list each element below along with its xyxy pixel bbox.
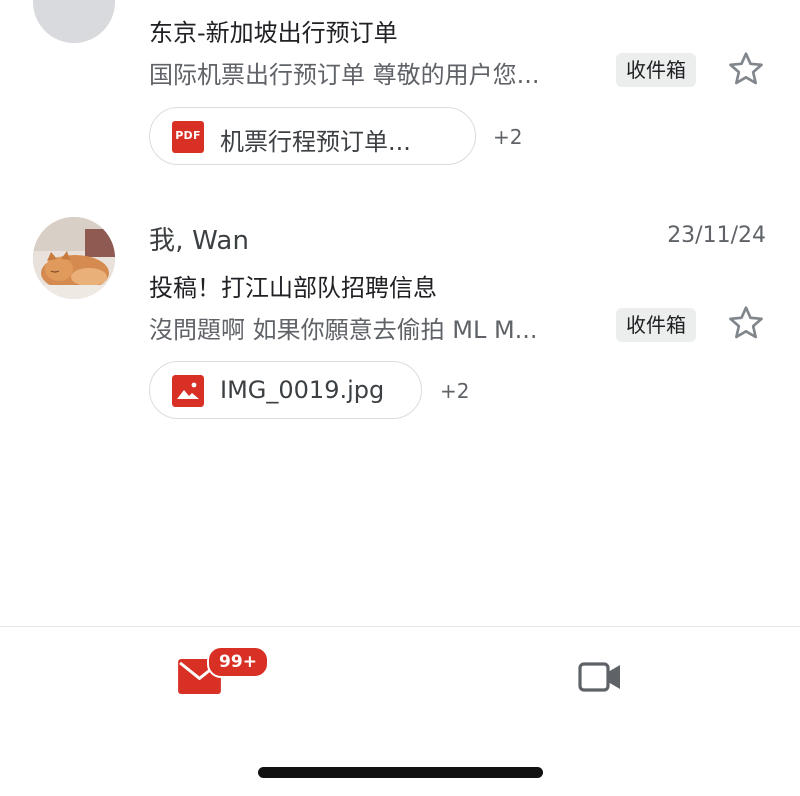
home-indicator[interactable]	[258, 767, 543, 778]
cat-photo	[33, 217, 115, 299]
star-icon[interactable]	[726, 49, 766, 89]
email-row[interactable]: 东京-新加坡出行预订单 国际机票出行预订单 尊敬的用户您... 收件箱 PDF …	[0, 0, 800, 190]
pdf-icon: PDF	[172, 121, 204, 153]
email-subject: 投稿！打江山部队招聘信息	[149, 274, 437, 302]
attachment-chip[interactable]: IMG_0019.jpg	[149, 361, 422, 419]
email-sender: 我, Wan	[149, 226, 250, 256]
inbox-label: 收件箱	[616, 53, 696, 87]
inbox-label: 收件箱	[616, 308, 696, 342]
email-row[interactable]: 我, Wan 23/11/24 投稿！打江山部队招聘信息 沒問題啊 如果你願意去…	[0, 195, 800, 440]
email-snippet: 国际机票出行预订单 尊敬的用户您...	[149, 61, 540, 89]
more-attachments-count: +2	[493, 125, 523, 149]
attachment-chip[interactable]: PDF 机票行程预订单...	[149, 107, 476, 165]
avatar	[33, 0, 115, 43]
more-attachments-count: +2	[440, 379, 470, 403]
email-snippet: 沒問題啊 如果你願意去偷拍 ML M...	[149, 316, 538, 344]
avatar	[33, 217, 115, 299]
video-camera-icon[interactable]	[578, 660, 622, 694]
image-icon	[172, 375, 204, 407]
attachment-name: 机票行程预订单...	[220, 128, 411, 156]
star-icon[interactable]	[726, 303, 766, 343]
attachment-name: IMG_0019.jpg	[220, 376, 385, 404]
unread-count-badge: 99+	[207, 646, 269, 678]
email-subject: 东京-新加坡出行预订单	[149, 19, 398, 47]
email-date: 23/11/24	[667, 223, 766, 248]
